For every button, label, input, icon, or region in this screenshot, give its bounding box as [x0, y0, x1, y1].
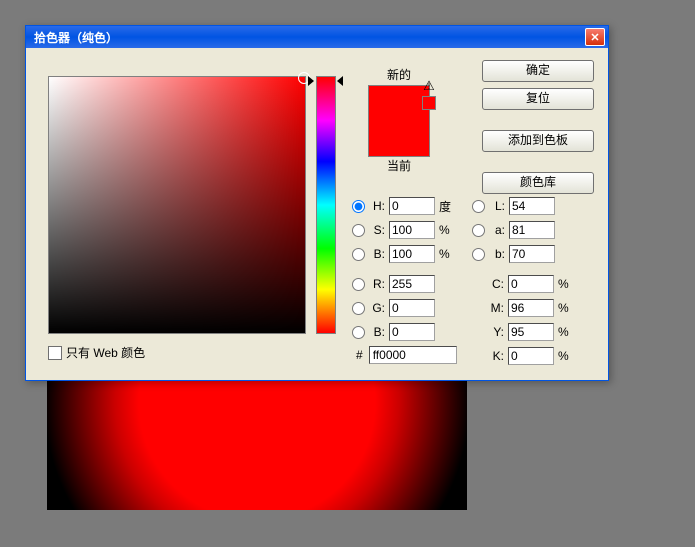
input-g[interactable]: [389, 299, 435, 317]
unit-bv: %: [439, 247, 453, 261]
reset-button[interactable]: 复位: [482, 88, 594, 110]
web-only-checkbox[interactable]: [48, 346, 62, 360]
hex-input[interactable]: [369, 346, 457, 364]
color-picker-dialog: 拾色器（纯色） ✕ 新的 当前 ⚠ 确定 复位 添加到色板: [25, 25, 609, 381]
gamut-warning: ⚠: [422, 78, 436, 110]
close-button[interactable]: ✕: [585, 28, 605, 46]
unit-m: %: [558, 301, 572, 315]
unit-k: %: [558, 349, 572, 363]
hue-slider[interactable]: [316, 76, 336, 334]
add-to-swatches-button[interactable]: 添加到色板: [482, 130, 594, 152]
input-c[interactable]: [508, 275, 554, 293]
hex-label: #: [356, 348, 363, 362]
input-r[interactable]: [389, 275, 435, 293]
warning-swatch[interactable]: [422, 96, 436, 110]
unit-y: %: [558, 325, 572, 339]
label-y: Y:: [486, 325, 504, 339]
label-m: M:: [486, 301, 504, 315]
titlebar[interactable]: 拾色器（纯色） ✕: [26, 26, 608, 48]
label-a: a:: [487, 223, 505, 237]
input-a[interactable]: [509, 221, 555, 239]
input-bv[interactable]: [389, 245, 435, 263]
warning-icon[interactable]: ⚠: [423, 78, 435, 94]
input-k[interactable]: [508, 347, 554, 365]
radio-bb[interactable]: [352, 326, 365, 339]
unit-h: 度: [439, 198, 453, 215]
preview-current-label: 当前: [354, 157, 444, 174]
web-colors-only: 只有 Web 颜色: [48, 344, 145, 361]
radio-g[interactable]: [352, 302, 365, 315]
input-s[interactable]: [389, 221, 435, 239]
unit-s: %: [439, 223, 453, 237]
input-b[interactable]: [509, 245, 555, 263]
current-color-swatch[interactable]: [369, 121, 429, 156]
label-s: S:: [367, 223, 385, 237]
label-b: b:: [487, 247, 505, 261]
input-m[interactable]: [508, 299, 554, 317]
window-title: 拾色器（纯色）: [34, 29, 118, 46]
label-c: C:: [486, 277, 504, 291]
label-bb: B:: [367, 325, 385, 339]
unit-c: %: [558, 277, 572, 291]
ok-button[interactable]: 确定: [482, 60, 594, 82]
dialog-body: 新的 当前 ⚠ 确定 复位 添加到色板 颜色库 H:: [26, 48, 608, 380]
label-k: K:: [486, 349, 504, 363]
hue-indicator-left: [308, 76, 314, 86]
radio-r[interactable]: [352, 278, 365, 291]
close-icon: ✕: [590, 31, 599, 44]
radio-bv[interactable]: [352, 248, 365, 261]
radio-h[interactable]: [352, 200, 365, 213]
radio-b[interactable]: [472, 248, 485, 261]
input-y[interactable]: [508, 323, 554, 341]
radio-l[interactable]: [472, 200, 485, 213]
hue-indicator-right: [337, 76, 343, 86]
new-color-swatch[interactable]: [369, 86, 429, 121]
input-l[interactable]: [509, 197, 555, 215]
label-h: H:: [367, 199, 385, 213]
label-l: L:: [487, 199, 505, 213]
input-h[interactable]: [389, 197, 435, 215]
web-only-label: 只有 Web 颜色: [66, 344, 145, 361]
color-libraries-button[interactable]: 颜色库: [482, 172, 594, 194]
hex-row: #: [356, 346, 457, 364]
value-fields: H: 度 L: S: %: [352, 194, 602, 368]
radio-s[interactable]: [352, 224, 365, 237]
action-buttons: 确定 复位 添加到色板 颜色库: [482, 60, 594, 194]
saturation-brightness-field[interactable]: [48, 76, 306, 334]
input-bb[interactable]: [389, 323, 435, 341]
label-bv: B:: [367, 247, 385, 261]
preview-swatch: [368, 85, 430, 157]
label-r: R:: [367, 277, 385, 291]
radio-a[interactable]: [472, 224, 485, 237]
label-g: G:: [367, 301, 385, 315]
